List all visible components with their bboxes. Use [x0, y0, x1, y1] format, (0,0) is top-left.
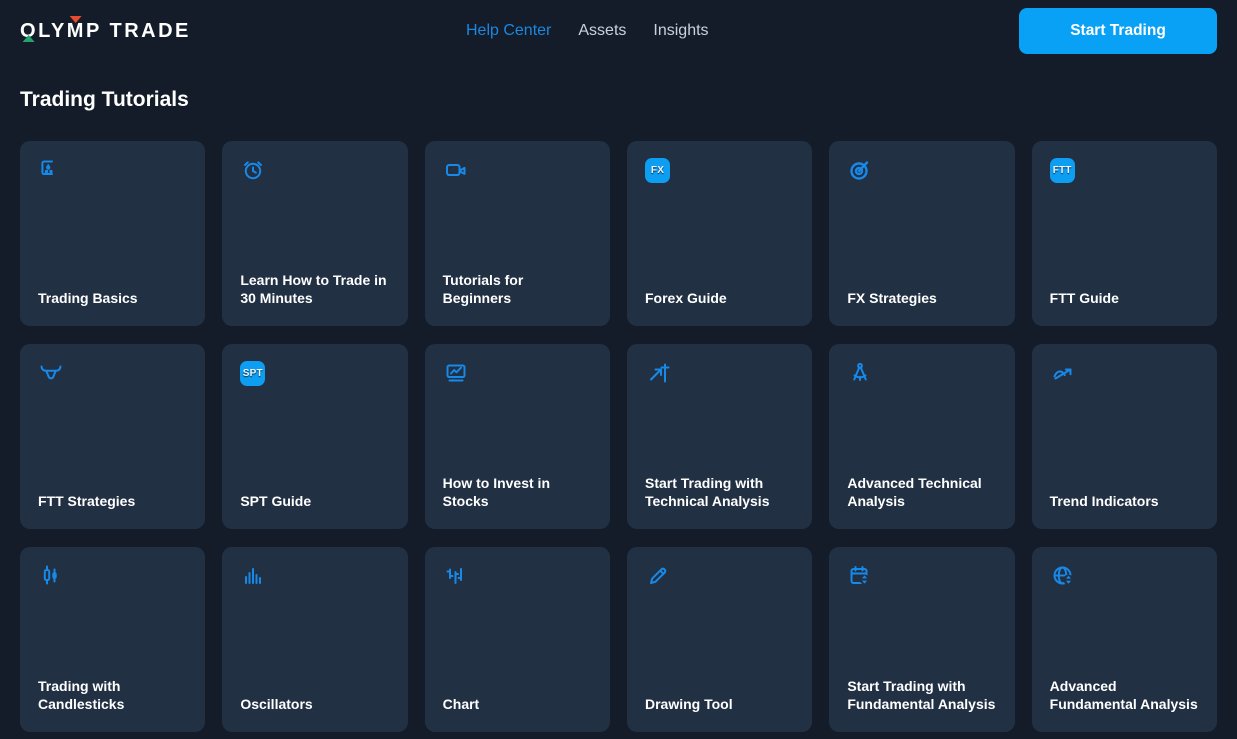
target-arrow-icon [847, 157, 997, 183]
trend-arrow-icon [645, 360, 795, 386]
tutorial-card-ftt-strategies[interactable]: FTT Strategies [20, 344, 205, 529]
tutorials-grid: Trading Basics Learn How to Trade in 30 … [0, 141, 1237, 732]
tutorial-card-how-to-invest-in-stocks[interactable]: How to Invest in Stocks [425, 344, 610, 529]
histogram-icon [240, 563, 390, 589]
card-title: Advanced Fundamental Analysis [1050, 677, 1200, 713]
card-title: Learn How to Trade in 30 Minutes [240, 271, 390, 307]
card-title: Start Trading with Fundamental Analysis [847, 677, 997, 713]
tutorial-card-advanced-technical-analysis[interactable]: Advanced Technical Analysis [829, 344, 1014, 529]
ftt-badge-icon: FTT [1050, 157, 1200, 183]
candlesticks-icon [38, 563, 188, 589]
olymp-trade-logo[interactable]: OLYMP TRADE [20, 20, 191, 43]
trend-wave-icon [1050, 360, 1200, 386]
card-title: How to Invest in Stocks [443, 474, 593, 510]
tutorial-card-drawing-tool[interactable]: Drawing Tool [627, 547, 812, 732]
badge-label: FTT [1050, 158, 1075, 183]
card-title: Trading Basics [38, 289, 188, 307]
card-title: Drawing Tool [645, 695, 795, 713]
ohlc-chart-icon [443, 563, 593, 589]
tutorial-card-spt-guide[interactable]: SPT SPT Guide [222, 344, 407, 529]
card-title: FX Strategies [847, 289, 997, 307]
nav-item-insights[interactable]: Insights [653, 22, 708, 40]
card-title: Advanced Technical Analysis [847, 474, 997, 510]
tutorial-card-advanced-fundamental-analysis[interactable]: Advanced Fundamental Analysis [1032, 547, 1217, 732]
bull-icon [38, 360, 188, 386]
tutorial-card-trend-indicators[interactable]: Trend Indicators [1032, 344, 1217, 529]
card-title: Oscillators [240, 695, 390, 713]
card-title: Trend Indicators [1050, 492, 1200, 510]
logo-letter-o: O [20, 20, 38, 43]
top-bar: OLYMP TRADE Help Center Assets Insights St… [0, 0, 1237, 62]
tutorial-card-forex-guide[interactable]: FX Forex Guide [627, 141, 812, 326]
tutorial-card-ftt-guide[interactable]: FTT FTT Guide [1032, 141, 1217, 326]
spt-badge-icon: SPT [240, 360, 390, 386]
tutorial-card-fx-strategies[interactable]: FX Strategies [829, 141, 1014, 326]
pencil-icon [645, 563, 795, 589]
badge-label: FX [645, 158, 670, 183]
chart-board-icon [38, 157, 188, 183]
tutorial-card-start-trading-with-technical-analysis[interactable]: Start Trading with Technical Analysis [627, 344, 812, 529]
nav-item-help-center[interactable]: Help Center [466, 22, 551, 40]
badge-label: SPT [240, 361, 265, 386]
fx-badge-icon: FX [645, 157, 795, 183]
card-title: Forex Guide [645, 289, 795, 307]
calendar-updown-icon [847, 563, 997, 589]
card-title: FTT Guide [1050, 289, 1200, 307]
start-trading-button[interactable]: Start Trading [1019, 8, 1217, 54]
tutorial-card-start-trading-with-fundamental-analysis[interactable]: Start Trading with Fundamental Analysis [829, 547, 1014, 732]
card-title: Chart [443, 695, 593, 713]
video-camera-icon [443, 157, 593, 183]
card-title: Start Trading with Technical Analysis [645, 474, 795, 510]
page-title: Trading Tutorials [20, 88, 1217, 112]
main-nav: Help Center Assets Insights [466, 0, 709, 62]
logo-letter-m: M [67, 20, 86, 43]
monitor-chart-icon [443, 360, 593, 386]
card-title: FTT Strategies [38, 492, 188, 510]
tutorial-card-trading-basics[interactable]: Trading Basics [20, 141, 205, 326]
compass-icon [847, 360, 997, 386]
globe-updown-icon [1050, 563, 1200, 589]
card-title: Tutorials for Beginners [443, 271, 593, 307]
tutorial-card-oscillators[interactable]: Oscillators [222, 547, 407, 732]
tutorial-card-learn-how-to-trade-in-30-minutes[interactable]: Learn How to Trade in 30 Minutes [222, 141, 407, 326]
card-title: SPT Guide [240, 492, 390, 510]
tutorial-card-trading-with-candlesticks[interactable]: Trading with Candlesticks [20, 547, 205, 732]
nav-item-assets[interactable]: Assets [578, 22, 626, 40]
card-title: Trading with Candlesticks [38, 677, 188, 713]
tutorial-card-tutorials-for-beginners[interactable]: Tutorials for Beginners [425, 141, 610, 326]
tutorial-card-chart[interactable]: Chart [425, 547, 610, 732]
alarm-clock-icon [240, 157, 390, 183]
